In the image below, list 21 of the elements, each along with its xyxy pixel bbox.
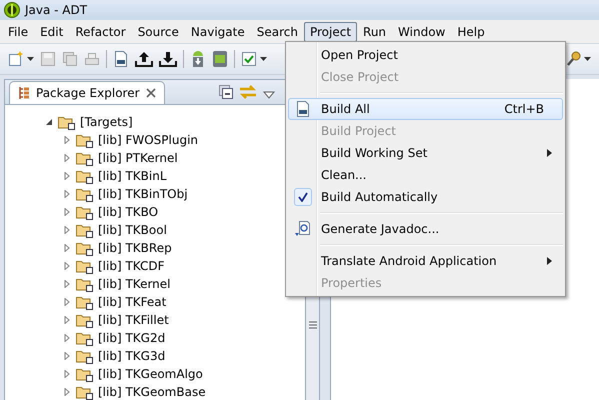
window-title: Java - ADT: [25, 3, 88, 17]
menu-item[interactable]: Source: [132, 22, 185, 42]
menu-item[interactable]: Window: [392, 22, 452, 42]
tree-item[interactable]: [lib] TKGeomAlgo: [5, 365, 305, 383]
shortcut-text: Ctrl+B: [504, 102, 544, 116]
menu-item[interactable]: Refactor: [69, 22, 132, 42]
menu-item[interactable]: Search: [250, 22, 304, 42]
tree-item[interactable]: [lib] TKFillet: [5, 311, 305, 329]
menu-item[interactable]: Navigate: [184, 22, 251, 42]
tree-item[interactable]: [lib] TKG2d: [5, 329, 305, 347]
menu-item[interactable]: Project: [304, 22, 358, 42]
menu-item[interactable]: Help: [451, 22, 491, 42]
view-tab[interactable]: Package Explorer: [9, 81, 165, 104]
menu-item[interactable]: Edit: [34, 22, 70, 42]
tree-item[interactable]: [lib] TKFeat: [5, 293, 305, 311]
menu-item[interactable]: File: [2, 22, 34, 42]
menu-item[interactable]: Build All Ctrl+B: [288, 98, 563, 120]
tree-item[interactable]: [lib] TKGeomBase: [5, 383, 305, 400]
menu-item[interactable]: Run: [357, 22, 392, 42]
menu-item[interactable]: Open Project: [288, 44, 563, 66]
tree-item[interactable]: [lib] TKG3d: [5, 347, 305, 365]
